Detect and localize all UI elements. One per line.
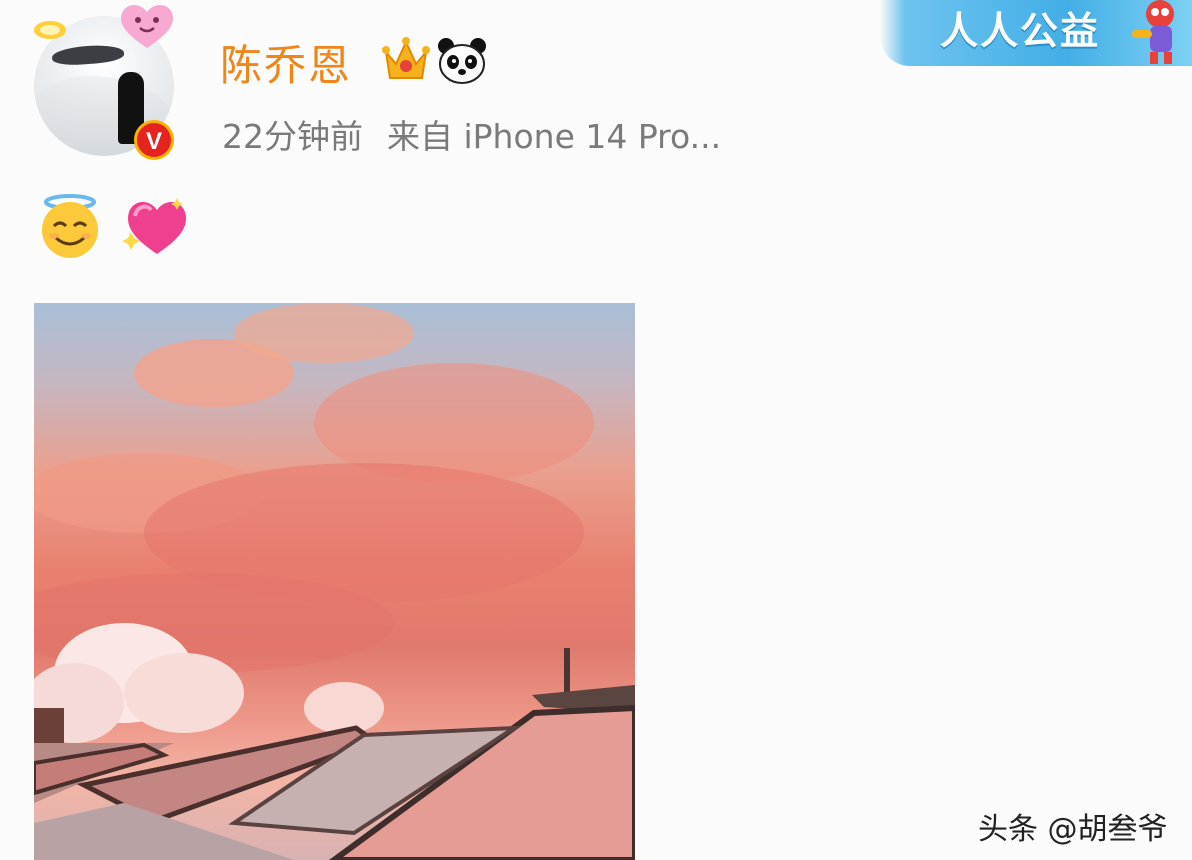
watermark: 头条 @胡叁爷 (978, 812, 1168, 847)
sunset-photo (34, 303, 635, 860)
username[interactable]: 陈乔恩 (220, 32, 352, 93)
heart-face-icon (121, 4, 173, 48)
post-photo[interactable] (34, 303, 635, 860)
mascot-icon (1132, 0, 1174, 64)
sparkling-heart-emoji (121, 198, 186, 254)
post-time: 22分钟前 (222, 117, 363, 156)
angel-emoji (42, 194, 98, 258)
post-source[interactable]: 来自 iPhone 14 Pro... (387, 117, 721, 156)
avatar-whale (51, 43, 125, 67)
post-meta: 22分钟前 来自 iPhone 14 Pro... (222, 110, 721, 158)
halo-icon (34, 21, 66, 39)
avatar-container[interactable]: V (30, 4, 180, 160)
charity-banner-text[interactable]: 人人公益 (940, 0, 1100, 55)
verified-badge: V (134, 120, 174, 160)
crown-icon[interactable] (380, 34, 432, 84)
panda-icon[interactable] (436, 36, 488, 86)
post-content (36, 192, 189, 260)
